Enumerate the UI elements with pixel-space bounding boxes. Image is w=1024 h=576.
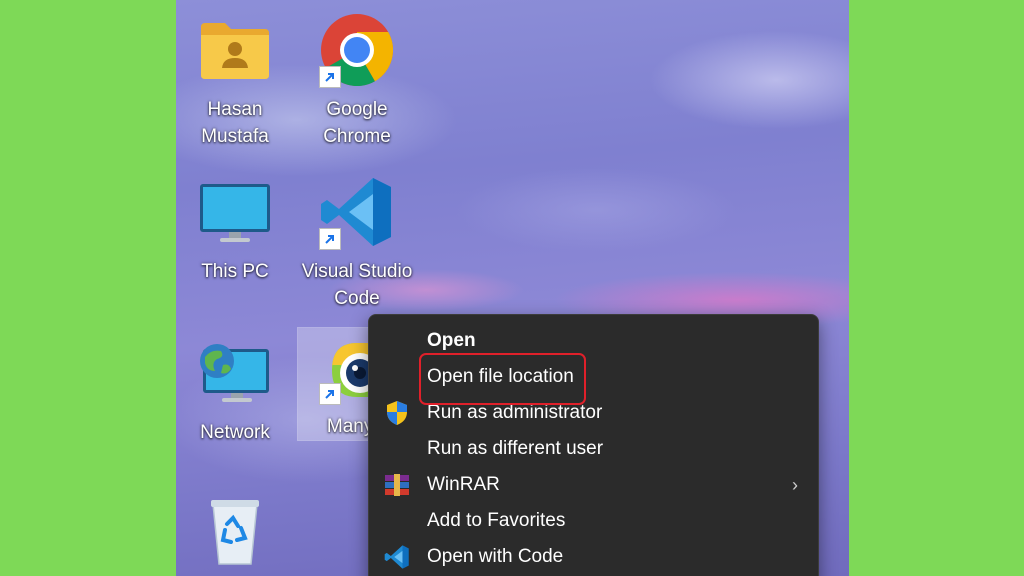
shortcut-arrow-icon: [319, 383, 341, 405]
network-icon: [195, 333, 275, 413]
shortcut-arrow-icon: [319, 66, 341, 88]
menu-item-run-as-different-user[interactable]: Run as different user: [369, 431, 818, 467]
desktop-icon-network[interactable]: Network: [176, 333, 294, 446]
winrar-icon: [383, 473, 411, 497]
menu-item-open-file-location[interactable]: Open file location: [369, 359, 818, 395]
user-folder-icon: [195, 10, 275, 90]
menu-item-label: Run as administrator: [427, 402, 603, 423]
context-menu: Open Open file location Run as administr…: [368, 314, 819, 576]
desktop-icon-label: Hasan Mustafa: [201, 99, 269, 147]
submenu-arrow-icon: ›: [792, 475, 798, 495]
vscode-icon: [383, 545, 411, 569]
menu-item-label: Add to Favorites: [427, 510, 566, 531]
menu-item-label: Open with Code: [427, 546, 564, 567]
desktop-icon-this-pc[interactable]: This PC: [176, 172, 294, 285]
menu-item-winrar[interactable]: WinRAR ›: [369, 467, 818, 503]
uac-shield-icon: [383, 401, 411, 425]
desktop-icon-label: Visual Studio Code: [301, 261, 413, 309]
menu-item-add-to-favorites[interactable]: Add to Favorites: [369, 503, 818, 539]
menu-item-label: Open: [427, 330, 476, 351]
menu-item-run-as-administrator[interactable]: Run as administrator: [369, 395, 818, 431]
monitor-icon: [195, 172, 275, 252]
shortcut-arrow-icon: [319, 228, 341, 250]
desktop-icon-label: This PC: [201, 261, 269, 282]
menu-item-open[interactable]: Open: [369, 323, 818, 359]
vscode-icon: [317, 172, 397, 252]
menu-item-label: Run as different user: [427, 438, 604, 459]
menu-item-label: Open file location: [427, 366, 574, 387]
desktop-icon-chrome[interactable]: Google Chrome: [298, 10, 416, 150]
recycle-bin-icon: [195, 490, 275, 570]
desktop-icon-label: Google Chrome: [323, 99, 391, 147]
desktop-icon-label: Network: [200, 422, 270, 443]
desktop-icon-recycle-bin[interactable]: [176, 490, 294, 576]
desktop-icon-vscode[interactable]: Visual Studio Code: [298, 172, 416, 312]
desktop-icon-user-folder[interactable]: Hasan Mustafa: [176, 10, 294, 150]
chrome-icon: [317, 10, 397, 90]
menu-item-label: WinRAR: [427, 474, 500, 495]
menu-item-open-with-code[interactable]: Open with Code: [369, 539, 818, 575]
